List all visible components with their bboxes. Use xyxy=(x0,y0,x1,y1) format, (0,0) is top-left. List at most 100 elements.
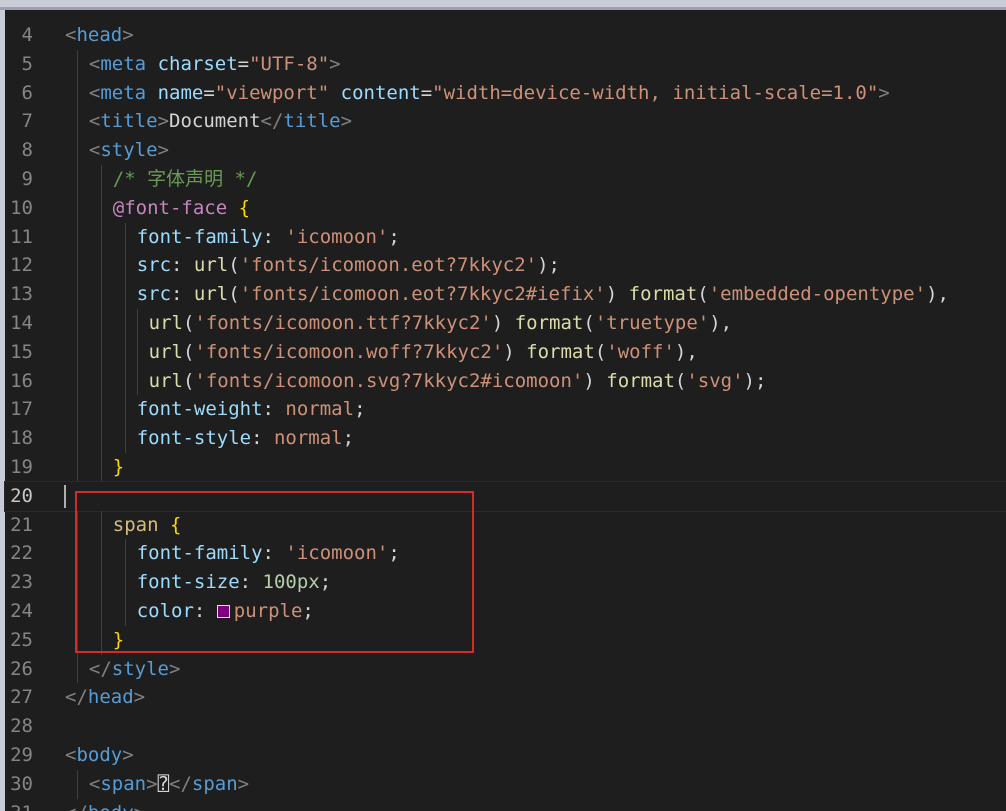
code-editor[interactable]: 4 <head> 5 <meta charset="UTF-8"> 6 <meta nam… xyxy=(0,0,1006,811)
code-text[interactable]: span { xyxy=(113,511,182,540)
code-line[interactable]: 29 <body> xyxy=(5,741,1006,770)
code-token: body xyxy=(88,802,134,811)
code-text[interactable]: </head> xyxy=(65,683,145,712)
code-line[interactable]: 7 <title>Document</title> xyxy=(5,107,1006,137)
line-number: 11 xyxy=(10,225,33,248)
indent-guide xyxy=(76,395,78,425)
code-text[interactable]: font-family: 'icomoon'; xyxy=(137,223,400,252)
code-line[interactable]: 8 <style> xyxy=(5,136,1006,165)
code-line[interactable]: 15 url('fonts/icomoon.woff?7kkyc2') forma… xyxy=(5,337,1006,367)
code-token: : xyxy=(262,398,286,421)
code-text[interactable]: <style> xyxy=(89,136,169,165)
code-token: font-family xyxy=(136,225,263,248)
code-line[interactable]: 28 xyxy=(5,712,1006,741)
indent-guide xyxy=(100,366,102,396)
code-line[interactable]: 18 font-style: normal; xyxy=(5,424,1006,453)
code-text[interactable]: </style> xyxy=(89,655,181,684)
code-text[interactable]: src: url('fonts/icomoon.eot?7kkyc2'); xyxy=(137,251,560,280)
code-line[interactable]: 22 font-family: 'icomoon'; xyxy=(5,539,1006,569)
code-text[interactable]: <meta charset="UTF-8"> xyxy=(89,50,341,79)
code-line[interactable]: 4 <head> xyxy=(5,21,1006,50)
code-line[interactable]: 19} xyxy=(5,452,1006,482)
line-number: 23 xyxy=(10,571,33,594)
code-text[interactable]: <title>Document</title> xyxy=(89,107,352,136)
code-text[interactable]: </body> xyxy=(65,799,145,811)
color-swatch-icon[interactable] xyxy=(216,604,230,618)
code-line[interactable]: 27 </head> xyxy=(5,683,1006,712)
code-token: = xyxy=(203,81,215,104)
code-text[interactable]: url('fonts/icomoon.ttf?7kkyc2') format('… xyxy=(149,309,732,338)
code-text[interactable]: url('fonts/icomoon.woff?7kkyc2') format(… xyxy=(149,338,698,367)
code-line[interactable]: 20 xyxy=(4,480,1006,512)
code-text[interactable]: /* 字体声明 */ xyxy=(113,165,258,194)
code-text[interactable]: src: url('fonts/icomoon.eot?7kkyc2#iefix… xyxy=(137,280,949,309)
code-line[interactable]: 10 @font-face { xyxy=(5,193,1006,223)
code-token: meta xyxy=(100,52,147,75)
code-token: 'icomoon' xyxy=(285,225,389,248)
code-line[interactable]: 30 <span>⍰</span> xyxy=(5,769,1006,799)
code-text[interactable]: url('fonts/icomoon.svg?7kkyc2#icomoon') … xyxy=(149,367,767,396)
code-token: ⍰ xyxy=(157,772,170,795)
indent-guide xyxy=(124,280,126,309)
code-text[interactable]: } xyxy=(113,453,124,482)
code-token: > xyxy=(168,657,181,680)
code-token: normal xyxy=(273,427,343,450)
code-text[interactable]: font-weight: normal; xyxy=(137,395,366,424)
code-line[interactable]: 25} xyxy=(5,625,1006,655)
code-text[interactable]: } xyxy=(113,626,124,655)
code-token: 'svg' xyxy=(686,369,744,392)
code-lines[interactable]: 4 <head> 5 <meta charset="UTF-8"> 6 <meta nam… xyxy=(4,21,1006,811)
code-token: </ xyxy=(88,657,112,680)
code-token: ; xyxy=(354,398,366,421)
line-number: 7 xyxy=(21,110,33,133)
code-line[interactable]: 16 url('fonts/icomoon.svg?7kkyc2#icomoon'… xyxy=(5,366,1006,396)
line-number: 28 xyxy=(10,715,33,738)
line-number: 26 xyxy=(10,657,33,680)
indent-guide xyxy=(136,308,138,338)
text-cursor xyxy=(64,484,66,508)
code-line[interactable]: 12 src: url('fonts/icomoon.eot?7kkyc2'); xyxy=(5,251,1006,281)
code-text[interactable]: <head> xyxy=(65,21,134,50)
code-line[interactable]: 21 span { xyxy=(5,510,1006,540)
code-token: ; xyxy=(388,225,400,248)
code-token: ( xyxy=(594,340,607,363)
code-token: ( xyxy=(182,311,195,334)
code-token: < xyxy=(88,81,101,104)
code-text[interactable]: @font-face { xyxy=(113,194,250,223)
indent-guide xyxy=(76,769,78,799)
code-token: format xyxy=(526,340,595,363)
line-number: 21 xyxy=(10,513,33,536)
indent-guide xyxy=(76,337,78,367)
code-line[interactable]: 6 <meta name="viewport" content="width=de… xyxy=(5,78,1006,108)
code-text[interactable]: font-style: normal; xyxy=(137,424,354,453)
code-token: ( xyxy=(182,340,195,363)
code-line[interactable]: 23 font-size: 100px; xyxy=(5,568,1006,597)
code-token: ) xyxy=(491,311,515,334)
code-text[interactable]: font-size: 100px; xyxy=(137,568,332,597)
code-line[interactable]: 24 color: purple; xyxy=(5,596,1006,626)
code-text[interactable]: <meta name="viewport" content="width=dev… xyxy=(89,79,890,108)
code-text[interactable]: color: purple; xyxy=(137,597,314,626)
code-text[interactable]: <body> xyxy=(65,741,134,770)
code-text[interactable]: <span>⍰</span> xyxy=(89,770,249,799)
code-token: : xyxy=(171,283,194,306)
code-line[interactable]: 17 font-weight: normal; xyxy=(5,395,1006,425)
code-line[interactable]: 31 </body> xyxy=(5,799,1006,811)
indent-guide xyxy=(124,596,126,626)
line-number: 5 xyxy=(21,52,33,75)
code-line[interactable]: 11 font-family: 'icomoon'; xyxy=(5,222,1006,252)
line-number: 25 xyxy=(10,628,33,651)
code-text[interactable]: font-family: 'icomoon'; xyxy=(137,539,400,568)
code-line[interactable]: 14 url('fonts/icomoon.ttf?7kkyc2') format… xyxy=(5,308,1006,338)
indent-guide xyxy=(100,625,102,655)
code-line[interactable]: 13 src: url('fonts/icomoon.eot?7kkyc2#ief… xyxy=(5,280,1006,309)
indent-guide xyxy=(76,308,78,338)
code-token: url xyxy=(148,311,183,334)
code-line[interactable]: 26 </style> xyxy=(5,654,1006,684)
code-line[interactable]: 5 <meta charset="UTF-8"> xyxy=(5,49,1006,79)
code-token: Document xyxy=(169,110,261,133)
code-token: < xyxy=(88,52,101,75)
code-line[interactable]: 9 /* 字体声明 */ xyxy=(5,164,1006,194)
code-token: style xyxy=(100,139,158,162)
code-token: > xyxy=(146,772,158,795)
